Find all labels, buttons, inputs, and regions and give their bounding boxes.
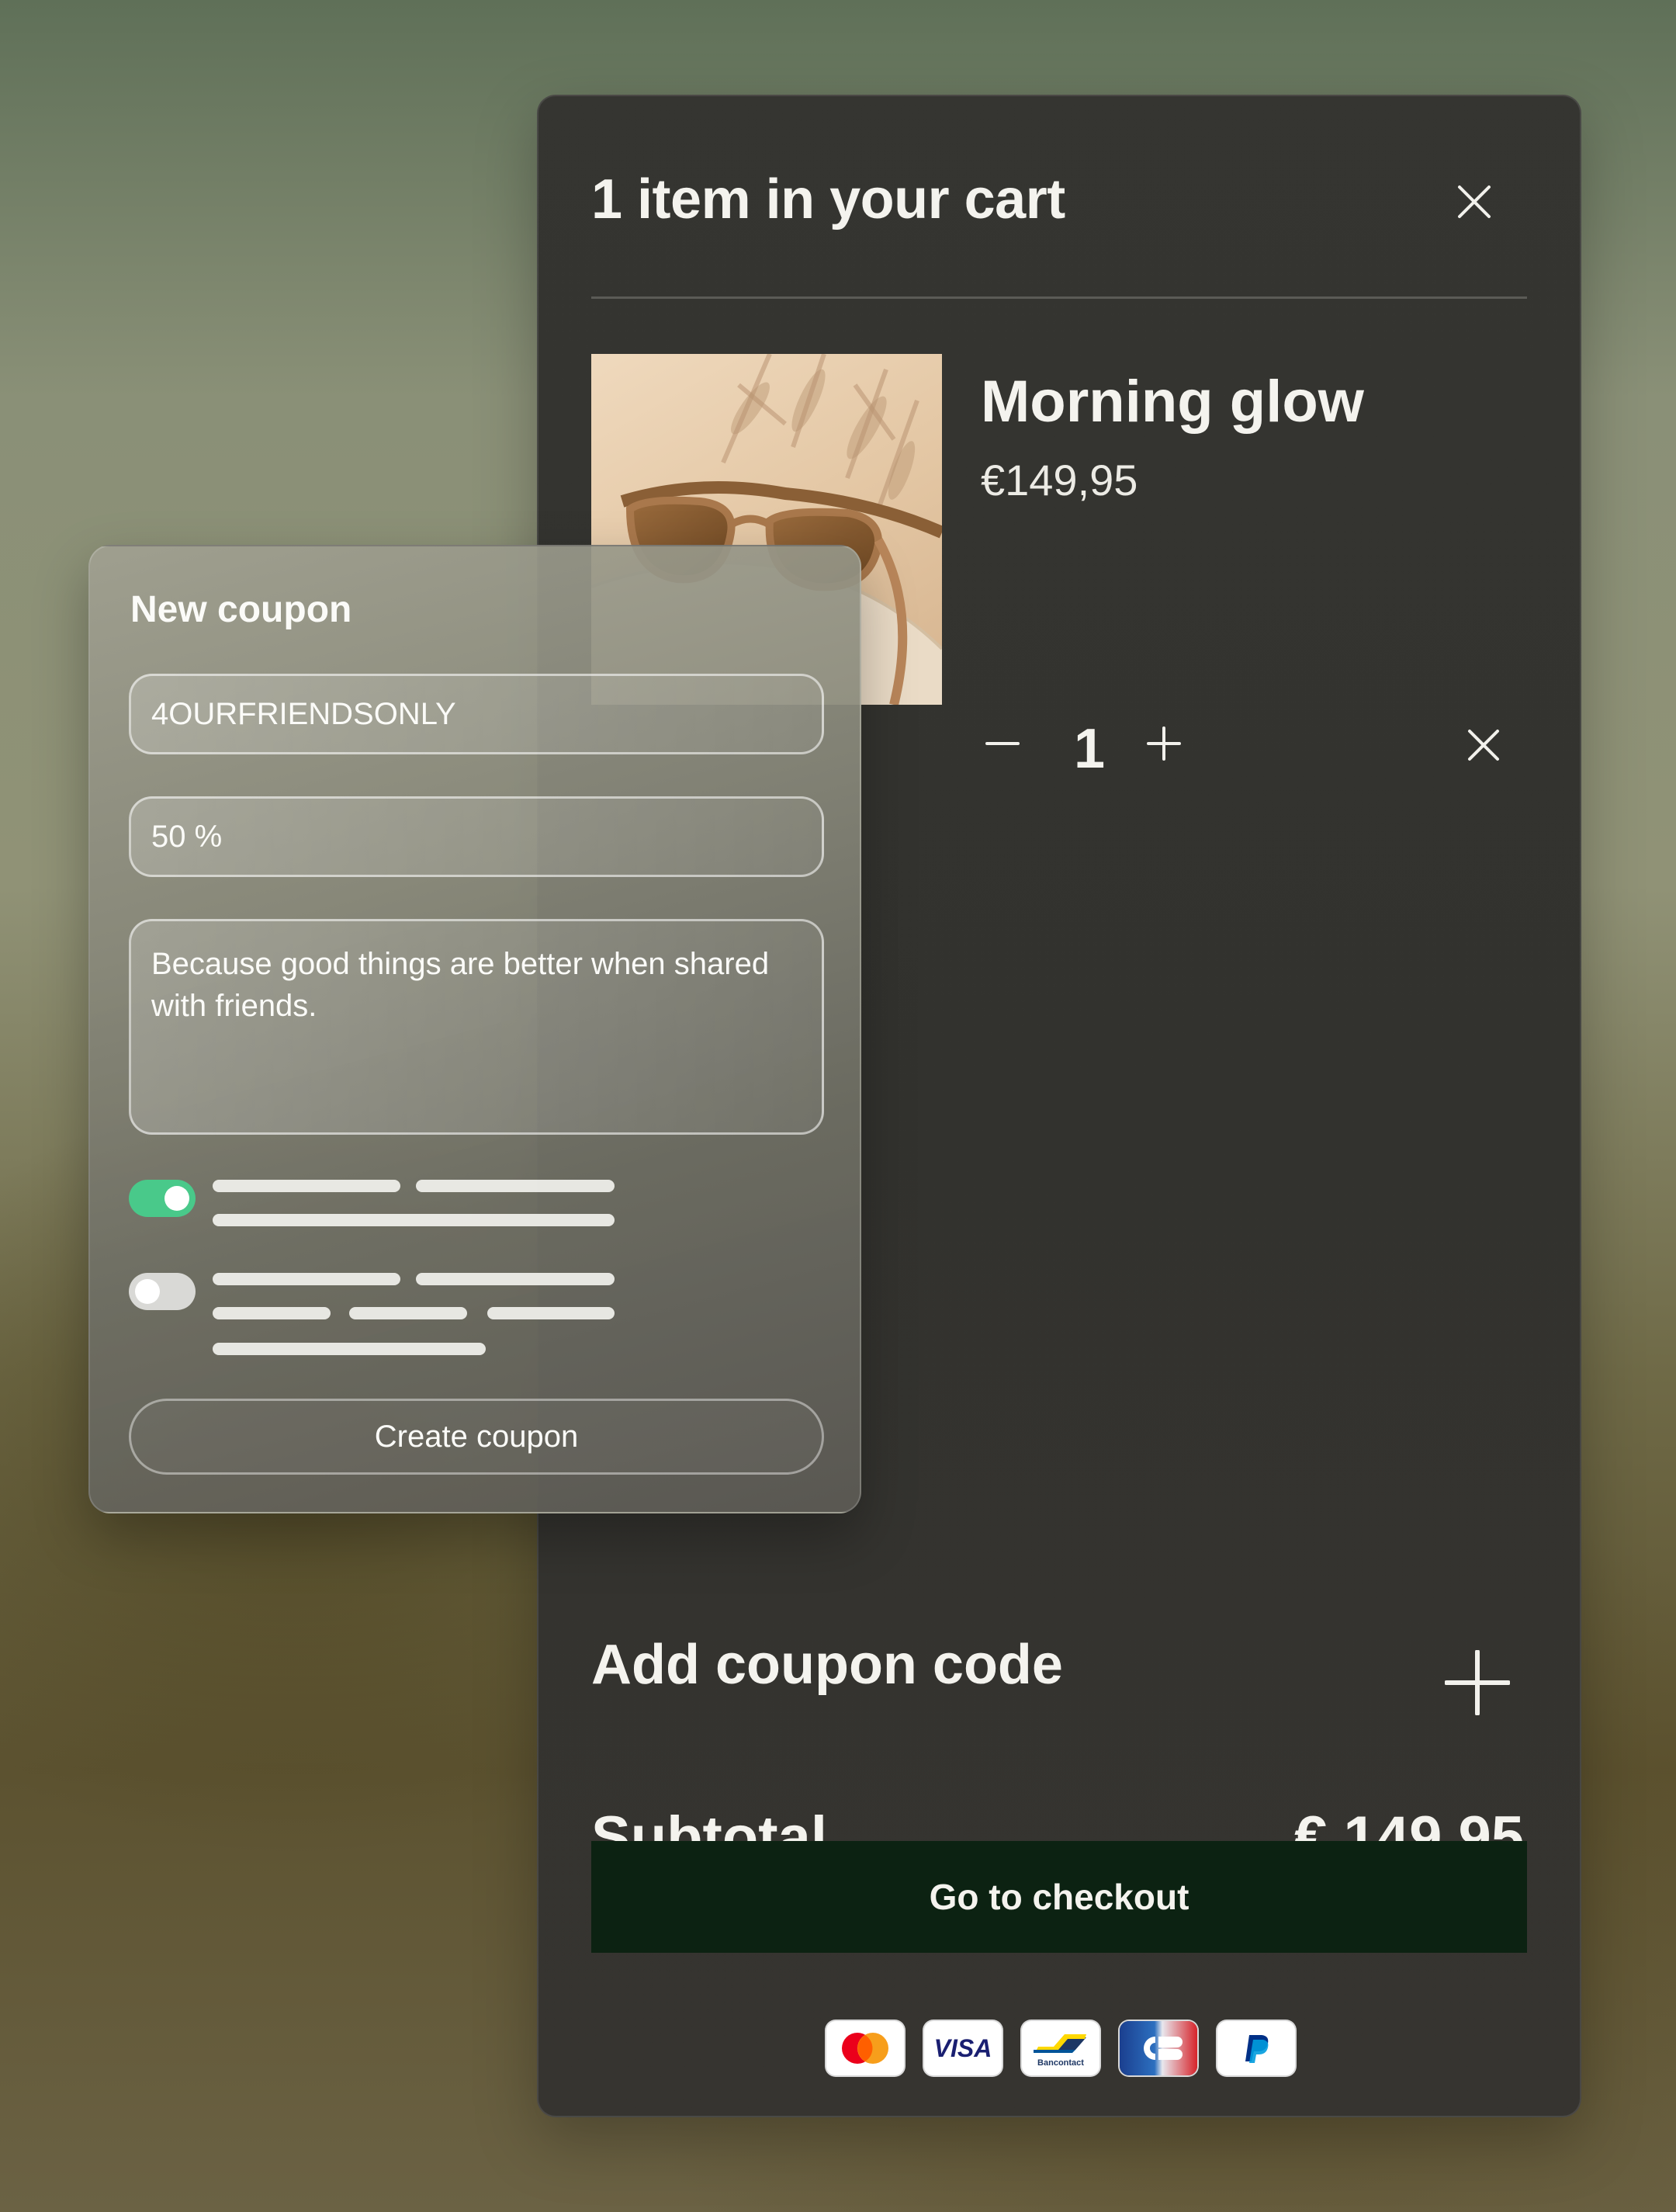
- quantity-value: 1: [1074, 718, 1106, 780]
- discount-percent-field[interactable]: 50 %: [129, 796, 824, 877]
- minus-icon: [985, 742, 1020, 745]
- close-icon: [1468, 730, 1499, 761]
- option-1-label-placeholder: [213, 1180, 400, 1192]
- quantity-decrease-button[interactable]: [981, 722, 1024, 765]
- toggle-knob: [135, 1279, 160, 1304]
- visa-icon: VISA: [924, 2021, 1002, 2075]
- close-icon: [1458, 185, 1491, 218]
- option-2-label-placeholder: [416, 1273, 615, 1285]
- svg-text:VISA: VISA: [934, 2034, 992, 2062]
- add-coupon-button[interactable]: [1440, 1645, 1515, 1720]
- toggle-knob: [164, 1186, 189, 1211]
- new-coupon-panel: New coupon 4OURFRIENDSONLY 50 % Because …: [88, 545, 861, 1513]
- checkout-button[interactable]: Go to checkout: [591, 1841, 1527, 1953]
- cart-title: 1 item in your cart: [591, 168, 1065, 231]
- option-2-toggle[interactable]: [129, 1273, 196, 1310]
- coupon-code-field[interactable]: 4OURFRIENDSONLY: [129, 674, 824, 754]
- option-2-description-placeholder: [349, 1307, 467, 1319]
- option-1-toggle[interactable]: [129, 1180, 196, 1217]
- option-1-description-placeholder: [213, 1214, 615, 1226]
- option-2-label-placeholder: [213, 1273, 400, 1285]
- add-coupon-label: Add coupon code: [591, 1634, 1063, 1696]
- discount-percent-value: 50 %: [151, 819, 223, 854]
- coupon-code-value: 4OURFRIENDSONLY: [151, 696, 456, 731]
- remove-item-button[interactable]: [1463, 725, 1504, 765]
- option-1-label-placeholder: [416, 1180, 615, 1192]
- bancontact-text: Bancontact: [1037, 2058, 1084, 2068]
- payment-methods: VISA Bancontact: [538, 2009, 1583, 2088]
- paypal-icon: [1217, 2021, 1295, 2075]
- bancontact-icon: Bancontact: [1022, 2021, 1099, 2075]
- cb-icon: [1120, 2021, 1197, 2075]
- plus-icon: [1445, 1650, 1510, 1715]
- new-coupon-title: New coupon: [130, 589, 352, 630]
- create-coupon-button[interactable]: Create coupon: [129, 1399, 824, 1475]
- plus-icon: [1147, 726, 1181, 761]
- option-2-description-placeholder: [213, 1343, 486, 1355]
- product-price: €149,95: [981, 456, 1138, 504]
- product-name: Morning glow: [981, 369, 1364, 435]
- coupon-description-value: Because good things are better when shar…: [151, 947, 770, 1023]
- header-divider: [591, 296, 1527, 299]
- close-cart-button[interactable]: [1446, 174, 1502, 230]
- coupon-description-field[interactable]: Because good things are better when shar…: [129, 919, 824, 1135]
- option-2-description-placeholder: [213, 1307, 331, 1319]
- quantity-increase-button[interactable]: [1142, 722, 1186, 765]
- option-2-description-placeholder: [487, 1307, 615, 1319]
- mastercard-icon: [826, 2021, 904, 2075]
